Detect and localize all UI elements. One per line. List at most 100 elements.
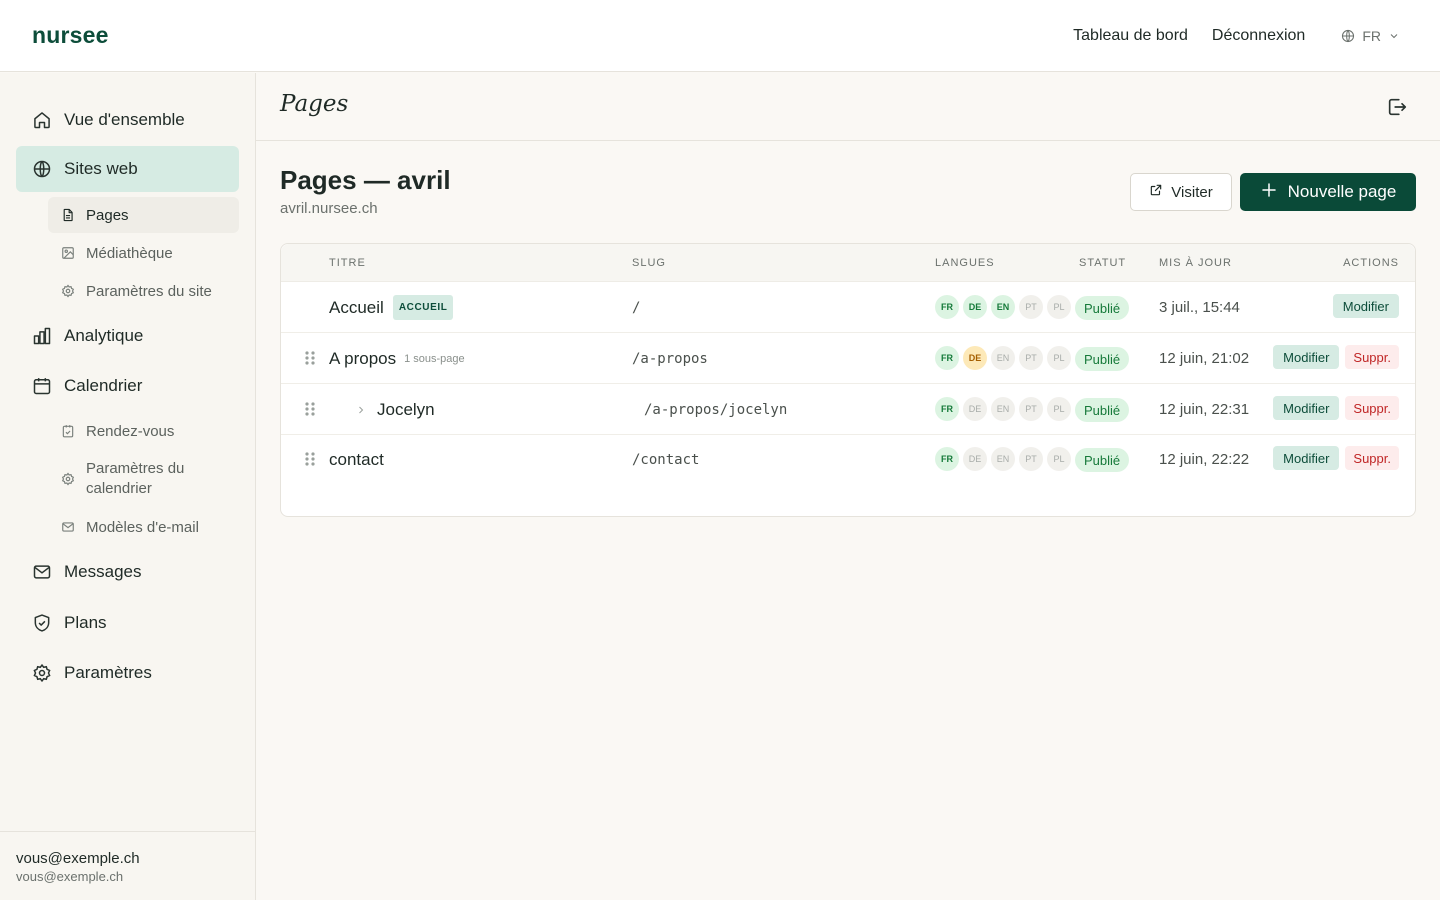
home-icon bbox=[32, 110, 52, 130]
column-actions: Actions bbox=[1343, 257, 1399, 269]
file-icon bbox=[61, 208, 75, 222]
sidebar-subitem-email-templates[interactable]: Modèles d'e-mail bbox=[48, 509, 239, 545]
row-actions: Modifier Suppr. bbox=[1273, 396, 1399, 420]
calendar-check-icon bbox=[61, 424, 75, 438]
external-link-icon bbox=[1149, 183, 1171, 201]
sidebar: Vue d'ensemble Sites web Pages Médiathèq… bbox=[0, 73, 256, 900]
sidebar-subitem-label: Pages bbox=[86, 206, 129, 224]
page-header: Pages bbox=[256, 73, 1440, 141]
language-chip: EN bbox=[991, 397, 1015, 421]
home-badge: ACCUEIL bbox=[392, 295, 454, 320]
language-chip: PL bbox=[1047, 447, 1071, 471]
language-list: FR DE EN PT PL bbox=[935, 346, 1075, 370]
sidebar-item-plans[interactable]: Plans bbox=[16, 600, 239, 646]
row-actions: Modifier bbox=[1332, 294, 1399, 318]
table-row[interactable]: Jocelyn /a-propos/jocelyn FR DE EN PT PL… bbox=[281, 384, 1415, 435]
sidebar-item-label: Vue d'ensemble bbox=[64, 110, 185, 129]
visit-site-button[interactable]: Visiter bbox=[1130, 173, 1232, 211]
updated-date: 12 juin, 21:02 bbox=[1159, 350, 1250, 367]
page-title[interactable]: Jocelyn bbox=[377, 400, 435, 420]
log-out-icon bbox=[1386, 98, 1408, 122]
site-pages-heading: Pages — avril bbox=[280, 165, 451, 195]
column-slug[interactable]: Slug bbox=[632, 257, 666, 269]
table-row[interactable]: A propos 1 sous-page /a-propos FR DE EN … bbox=[281, 333, 1415, 384]
sidebar-item-calendar[interactable]: Calendrier bbox=[16, 363, 239, 409]
image-icon bbox=[61, 246, 75, 260]
table-row[interactable]: contact /contact FR DE EN PT PL Publié 1… bbox=[281, 434, 1415, 485]
language-list: FR DE EN PT PL bbox=[935, 447, 1075, 471]
dashboard-link[interactable]: Tableau de bord bbox=[1073, 27, 1188, 45]
sidebar-item-analytics[interactable]: Analytique bbox=[16, 313, 239, 359]
sidebar-item-overview[interactable]: Vue d'ensemble bbox=[16, 97, 239, 143]
gear-icon bbox=[61, 284, 75, 298]
language-switcher[interactable]: FR bbox=[1341, 28, 1400, 44]
table-row[interactable]: Accueil ACCUEIL / FR DE EN PT PL Publié … bbox=[281, 282, 1415, 333]
page-title[interactable]: A propos bbox=[329, 349, 396, 369]
new-page-button[interactable]: Nouvelle page bbox=[1240, 173, 1416, 211]
sidebar-subitem-media[interactable]: Médiathèque bbox=[48, 235, 239, 271]
language-chip: DE bbox=[963, 295, 987, 319]
site-domain: avril.nursee.ch bbox=[280, 200, 378, 217]
page-title[interactable]: contact bbox=[329, 450, 384, 470]
sidebar-subitem-label: Paramètres du calendrier bbox=[86, 460, 185, 497]
page-title-cell: A propos 1 sous-page bbox=[329, 333, 465, 384]
language-chip: PL bbox=[1047, 295, 1071, 319]
top-nav: Tableau de bord Déconnexion FR bbox=[1049, 0, 1400, 72]
edit-button[interactable]: Modifier bbox=[1273, 396, 1340, 420]
language-chip: PL bbox=[1047, 346, 1071, 370]
drag-handle-icon[interactable] bbox=[304, 401, 316, 417]
sidebar-item-label: Analytique bbox=[64, 326, 144, 345]
user-email: vous@exemple.ch bbox=[16, 869, 124, 884]
sidebar-subitem-label: Modèles d'e-mail bbox=[86, 518, 199, 536]
sidebar-item-label: Messages bbox=[64, 562, 142, 581]
app-logo[interactable]: nursee bbox=[32, 22, 109, 49]
delete-button[interactable]: Suppr. bbox=[1345, 396, 1399, 420]
user-account[interactable]: vous@exemple.ch vous@exemple.ch bbox=[0, 831, 255, 900]
language-label: FR bbox=[1362, 28, 1381, 44]
status-badge: Publié bbox=[1075, 448, 1130, 472]
gear-icon bbox=[61, 472, 75, 486]
sidebar-item-websites[interactable]: Sites web bbox=[16, 146, 239, 192]
column-title[interactable]: Titre bbox=[329, 257, 366, 269]
language-chip: PL bbox=[1047, 397, 1071, 421]
sidebar-subitem-calendar-settings[interactable]: Paramètres du calendrier bbox=[48, 457, 239, 501]
language-chip: FR bbox=[935, 397, 959, 421]
subpage-count: 1 sous-page bbox=[404, 352, 465, 365]
sidebar-subitem-label: Rendez-vous bbox=[86, 422, 175, 440]
column-updated[interactable]: Mis à jour bbox=[1159, 257, 1232, 269]
exit-button[interactable] bbox=[1386, 96, 1408, 118]
chevron-down-icon bbox=[1388, 30, 1400, 42]
sidebar-subitem-pages[interactable]: Pages bbox=[48, 197, 239, 233]
page-title-cell: Accueil ACCUEIL bbox=[329, 282, 454, 333]
sidebar-item-settings[interactable]: Paramètres bbox=[16, 650, 239, 696]
language-chip: EN bbox=[991, 295, 1015, 319]
language-chip: PT bbox=[1019, 295, 1043, 319]
globe-icon bbox=[1341, 29, 1355, 43]
user-name: vous@exemple.ch bbox=[16, 850, 140, 867]
edit-button[interactable]: Modifier bbox=[1273, 345, 1340, 369]
sidebar-subitem-appointments[interactable]: Rendez-vous bbox=[48, 413, 239, 449]
delete-button[interactable]: Suppr. bbox=[1345, 345, 1399, 369]
updated-date: 3 juil., 15:44 bbox=[1159, 299, 1240, 316]
language-chip: EN bbox=[991, 447, 1015, 471]
sidebar-subitem-site-settings[interactable]: Paramètres du site bbox=[48, 273, 239, 309]
column-status[interactable]: Statut bbox=[1079, 257, 1126, 269]
logout-link[interactable]: Déconnexion bbox=[1212, 27, 1305, 45]
top-bar: nursee Tableau de bord Déconnexion FR bbox=[0, 0, 1440, 72]
drag-handle-icon[interactable] bbox=[304, 350, 316, 366]
plus-icon bbox=[1260, 181, 1288, 204]
delete-button[interactable]: Suppr. bbox=[1345, 446, 1399, 470]
status-badge: Publié bbox=[1075, 296, 1130, 320]
language-chip: PT bbox=[1019, 447, 1043, 471]
page-title[interactable]: Accueil bbox=[329, 298, 384, 318]
sidebar-item-label: Calendrier bbox=[64, 376, 143, 395]
sidebar-item-label: Plans bbox=[64, 613, 107, 632]
drag-handle-icon[interactable] bbox=[304, 451, 316, 467]
edit-button[interactable]: Modifier bbox=[1332, 294, 1399, 318]
edit-button[interactable]: Modifier bbox=[1273, 446, 1340, 470]
mail-icon bbox=[32, 562, 52, 582]
page-slug: /contact bbox=[632, 451, 700, 468]
language-chip: DE bbox=[963, 397, 987, 421]
pages-table: Titre Slug Langues Statut Mis à jour Act… bbox=[280, 243, 1416, 517]
sidebar-item-messages[interactable]: Messages bbox=[16, 549, 239, 595]
